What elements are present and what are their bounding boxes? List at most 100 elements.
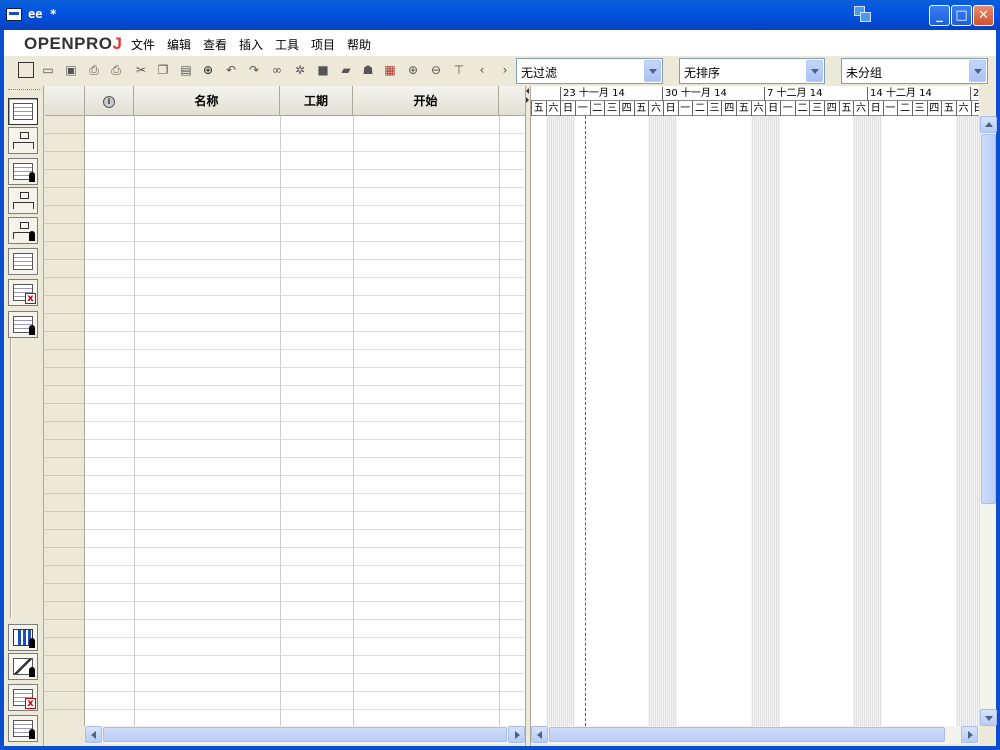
menu-help[interactable]: 帮助 [347, 36, 371, 53]
group-select[interactable]: 未分组 [841, 58, 988, 84]
zoom-out-icon[interactable]: ⊖ [428, 62, 444, 78]
print-preview-icon[interactable]: ⎙ [108, 62, 124, 78]
day-label: 一 [882, 101, 898, 116]
scroll-thumb[interactable] [103, 727, 507, 742]
copy-icon[interactable]: ❐ [155, 62, 171, 78]
find-icon[interactable]: ⊕ [200, 62, 216, 78]
notes-icon[interactable]: ▰ [338, 62, 354, 78]
close-button[interactable]: ✕ [973, 5, 994, 26]
zoom-in-icon[interactable]: ⊕ [405, 62, 421, 78]
scroll-left-button[interactable] [85, 726, 102, 743]
view-resource-usage-button[interactable] [8, 311, 38, 338]
undo-icon[interactable]: ↶ [223, 62, 239, 78]
gantt-vertical-scrollbar[interactable] [979, 116, 997, 726]
view-bar-grip [8, 89, 40, 90]
scroll-right-button[interactable] [508, 726, 525, 743]
gantt-icon [13, 103, 33, 120]
chevron-down-icon[interactable] [806, 60, 823, 82]
cut-icon[interactable]: ✂ [133, 62, 149, 78]
day-label: 六 [648, 101, 663, 116]
menu-project[interactable]: 项目 [311, 36, 335, 53]
app-icon[interactable] [6, 8, 22, 21]
table-horizontal-scrollbar[interactable] [85, 726, 525, 744]
day-label: 四 [618, 101, 634, 116]
day-label: 二 [692, 101, 707, 116]
previous-icon[interactable]: ‹ [474, 62, 490, 78]
day-label: 二 [589, 101, 605, 116]
menu-edit[interactable]: 编辑 [167, 36, 191, 53]
menu-insert[interactable]: 插入 [239, 36, 263, 53]
menu-file[interactable]: 文件 [131, 36, 155, 53]
assign-resources-icon[interactable]: ☗ [360, 62, 376, 78]
view-bar: x x [4, 86, 44, 746]
title-bar: ee * _ □ ✕ [0, 0, 1000, 30]
menu-view[interactable]: 查看 [203, 36, 227, 53]
redo-icon[interactable]: ↷ [246, 62, 262, 78]
view-task-usage-button[interactable]: x [8, 279, 38, 306]
save-icon[interactable]: ▣ [63, 62, 79, 78]
view-network-button[interactable] [8, 127, 38, 154]
next-icon[interactable]: › [497, 62, 513, 78]
row-header-corner[interactable] [45, 86, 85, 116]
open-icon[interactable]: ▭ [40, 62, 56, 78]
day-label: 五 [633, 101, 649, 116]
view-wbs-button[interactable] [8, 187, 38, 214]
scroll-to-task-icon[interactable]: ⊤ [451, 62, 467, 78]
column-header-name[interactable]: 名称 [134, 86, 280, 116]
gantt-horizontal-scrollbar[interactable] [531, 726, 979, 744]
column-header-start[interactable]: 开始 [353, 86, 499, 116]
maximize-button[interactable]: □ [951, 5, 972, 26]
task-table[interactable]: i 名称 工期 开始 [45, 86, 525, 726]
java-window-icon [854, 6, 874, 24]
scroll-thumb[interactable] [981, 134, 996, 504]
filter-select[interactable]: 无过滤 [516, 58, 663, 84]
task-info-icon[interactable]: ■ [315, 62, 331, 78]
row-number-column[interactable] [45, 116, 85, 726]
day-label: 日 [765, 101, 780, 116]
day-label: 六 [853, 101, 868, 116]
scroll-right-button[interactable] [961, 726, 978, 743]
menu-bar: OPENPROJ 文件 编辑 查看 插入 工具 项目 帮助 [4, 30, 996, 56]
day-label: 日 [867, 101, 883, 116]
unlink-icon[interactable]: ✲ [292, 62, 308, 78]
scroll-left-button[interactable] [531, 726, 548, 743]
day-label: 一 [780, 101, 795, 116]
day-label: 六 [955, 101, 971, 116]
scroll-thumb[interactable] [549, 727, 945, 742]
scroll-up-button[interactable] [980, 116, 997, 133]
view-gantt-button[interactable] [8, 98, 38, 125]
link-icon[interactable]: ∞ [269, 62, 285, 78]
chevron-down-icon[interactable] [969, 60, 986, 82]
day-label: 三 [706, 101, 722, 116]
day-label: 四 [926, 101, 942, 116]
splitter-collapse-left-icon[interactable] [526, 88, 529, 94]
table-rows[interactable] [85, 116, 525, 726]
scroll-down-button[interactable] [980, 709, 997, 726]
sort-select[interactable]: 无排序 [679, 58, 825, 84]
view-histogram-button[interactable] [8, 624, 38, 651]
minimize-button[interactable]: _ [929, 5, 950, 26]
day-label: 三 [604, 101, 619, 116]
splitter-collapse-right-icon[interactable] [526, 97, 529, 103]
chevron-down-icon[interactable] [644, 60, 661, 82]
new-project-icon[interactable] [18, 62, 34, 78]
menu-tools[interactable]: 工具 [275, 36, 299, 53]
view-resource-sheet-button[interactable] [8, 158, 38, 185]
print-icon[interactable]: ⎙ [86, 62, 102, 78]
view-resource-usage-detail-button[interactable] [8, 715, 38, 742]
view-charts-button[interactable] [8, 653, 38, 680]
view-rbs-button[interactable] [8, 217, 38, 244]
view-project-list-button[interactable] [8, 248, 38, 275]
paste-icon[interactable]: ▤ [178, 62, 194, 78]
gantt-chart[interactable]: 23 十一月 14 30 十一月 14 7 十二月 14 14 十二月 14 2… [531, 86, 979, 726]
sort-value: 无排序 [684, 66, 721, 80]
day-label: 日 [560, 101, 575, 116]
week-label: 23 十一月 14 [560, 87, 625, 101]
column-header-info[interactable]: i [85, 86, 134, 116]
day-label: 六 [750, 101, 766, 116]
day-label: 六 [545, 101, 561, 116]
calendar-icon[interactable]: ▦ [382, 62, 398, 78]
view-task-usage-detail-button[interactable]: x [8, 684, 38, 711]
network-icon [13, 132, 34, 149]
column-header-duration[interactable]: 工期 [280, 86, 353, 116]
